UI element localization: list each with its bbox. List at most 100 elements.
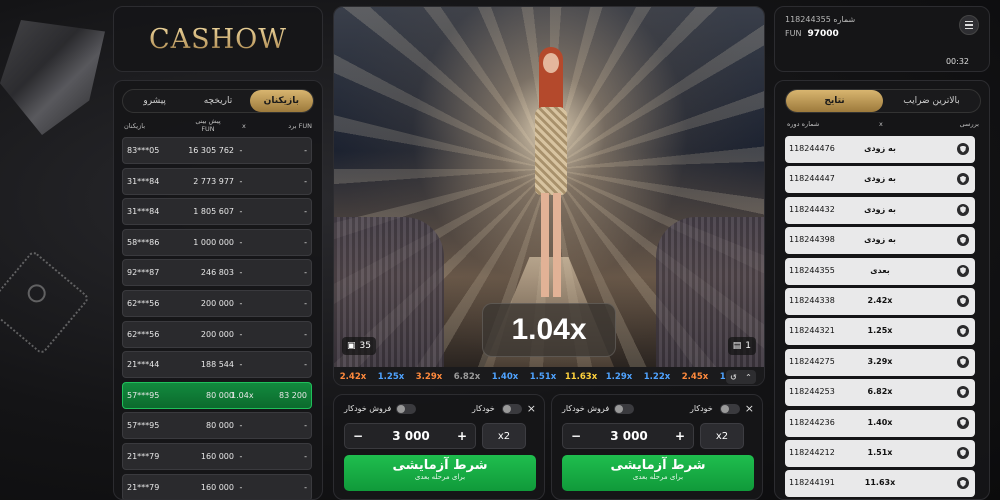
bet-amount-field[interactable]: − 3 000 + <box>562 423 694 449</box>
close-icon[interactable]: × <box>745 402 754 415</box>
close-icon[interactable]: × <box>527 402 536 415</box>
shield-icon[interactable] <box>957 173 969 186</box>
player-id: 31***84 <box>127 207 160 217</box>
player-bet: 188 544 <box>200 360 234 370</box>
round-value: 118244355 <box>785 15 831 24</box>
shield-icon[interactable] <box>957 264 969 277</box>
history-toggle-button[interactable]: ↺ ⌃ <box>726 370 756 384</box>
bet-amount[interactable]: 3 000 <box>385 429 437 443</box>
shield-icon[interactable] <box>957 477 969 490</box>
player-win: - <box>304 329 307 339</box>
shield-icon[interactable] <box>957 446 969 459</box>
player-multiplier: - <box>239 482 243 492</box>
shield-icon[interactable] <box>957 355 969 368</box>
logo-panel: CASHOW <box>113 6 323 72</box>
tab-top-multipliers[interactable]: بالاترین ضرایب <box>883 90 980 112</box>
round-id: 118244321 <box>789 326 835 336</box>
player-multiplier: - <box>239 451 243 461</box>
player-id: 57***95 <box>127 390 160 400</box>
history-multiplier: 1.40x <box>491 372 519 382</box>
double-bet-button[interactable]: x2 <box>482 423 526 449</box>
tab-results[interactable]: نتایج <box>786 90 883 112</box>
auto-bet-label: خودکار <box>472 404 495 413</box>
round-result: به زودی <box>864 204 896 214</box>
plus-button[interactable]: + <box>457 429 467 443</box>
player-bet-row: 92***87 246 803- - <box>122 259 312 287</box>
player-win: - <box>304 451 307 461</box>
bet-panel-2: فروش خودکار خودکار × − 3 000 + x2 شرط آز… <box>551 394 763 500</box>
minus-button[interactable]: − <box>353 429 363 443</box>
round-result: 1.51x <box>867 447 893 457</box>
player-bet-row: 57***95 80 000 1.04x 83 200 <box>122 381 312 409</box>
header-bet: پیش بینی <box>195 117 221 125</box>
player-id: 62***56 <box>127 298 160 308</box>
player-win: 83 200 <box>279 390 307 400</box>
player-bet: 80 000 <box>206 421 234 431</box>
player-id: 21***79 <box>127 482 160 492</box>
result-row: 118244212 1.51x <box>785 439 975 467</box>
place-bet-button[interactable]: شرط آزمایشی برای مرحله بعدی <box>344 455 536 491</box>
shield-icon[interactable] <box>957 234 969 247</box>
minus-button[interactable]: − <box>571 429 581 443</box>
shield-icon[interactable] <box>957 325 969 338</box>
header-x: x <box>242 122 246 130</box>
bet-amount[interactable]: 3 000 <box>603 429 655 443</box>
shield-icon[interactable] <box>957 294 969 307</box>
round-result: 6.82x <box>867 387 893 397</box>
round-result: به زودی <box>864 174 896 184</box>
round-id: 118244398 <box>789 235 835 245</box>
tab-leaders[interactable]: پیشرو <box>123 90 186 112</box>
place-bet-label: شرط آزمایشی <box>610 458 706 473</box>
tab-history[interactable]: تاریخچه <box>186 90 249 112</box>
player-bet-row: 21***44 188 544- - <box>122 351 312 379</box>
session-panel: 118244355 شماره FUN 97000 00:32 <box>774 6 990 72</box>
history-multiplier: 6.82x <box>453 372 481 382</box>
player-bet: 200 000 <box>200 298 234 308</box>
results-table-header: شماره دوره x بررسی <box>787 120 979 132</box>
menu-icon[interactable] <box>959 15 979 35</box>
history-icon: ↺ <box>730 372 737 382</box>
shield-icon[interactable] <box>957 143 969 155</box>
header-win: برد FUN <box>288 122 312 130</box>
round-result: 1.25x <box>867 326 893 336</box>
shield-icon[interactable] <box>957 386 969 399</box>
double-bet-button[interactable]: x2 <box>700 423 744 449</box>
player-win: - <box>304 360 307 370</box>
auto-bet-toggle[interactable] <box>720 404 740 414</box>
player-multiplier: - <box>239 176 243 186</box>
round-result: 2.42x <box>867 295 893 305</box>
shield-icon[interactable] <box>957 416 969 429</box>
auto-cashout-toggle[interactable] <box>396 404 416 414</box>
place-bet-button[interactable]: شرط آزمایشی برای مرحله بعدی <box>562 455 754 491</box>
balance: FUN 97000 <box>785 29 839 39</box>
brand-logo: CASHOW <box>148 23 288 55</box>
tab-players[interactable]: بازیکنان <box>249 90 313 112</box>
shield-icon[interactable] <box>957 203 969 216</box>
header-x: x <box>879 120 883 128</box>
history-multiplier: 1.29x <box>605 372 633 382</box>
clock: 00:32 <box>945 57 969 66</box>
plus-button[interactable]: + <box>675 429 685 443</box>
bets-count-chip: ▤ 1 <box>727 337 756 355</box>
player-multiplier: 1.04x <box>231 390 254 400</box>
result-row: 118244236 1.40x <box>785 409 975 437</box>
auto-cashout-toggle[interactable] <box>614 404 634 414</box>
header-players: بازیکنان <box>124 122 146 130</box>
balance-currency: FUN <box>785 29 802 38</box>
player-win: - <box>304 237 307 247</box>
players-count: 35 <box>359 341 371 351</box>
players-table-header: بازیکنان پیش بینی FUN x برد FUN <box>124 117 312 139</box>
players-count-chip: ▣ 35 <box>342 337 376 355</box>
player-id: 57***95 <box>127 421 160 431</box>
result-row: 118244432 به زودی <box>785 196 975 224</box>
auto-bet-toggle[interactable] <box>502 404 522 414</box>
player-multiplier: - <box>239 268 243 278</box>
result-row: 118244321 1.25x <box>785 318 975 346</box>
bet-amount-field[interactable]: − 3 000 + <box>344 423 476 449</box>
player-win: - <box>304 146 307 155</box>
player-bet-row: 31***84 1 805 607- - <box>122 198 312 226</box>
place-bet-sublabel: برای مرحله بعدی <box>414 473 466 481</box>
results-list: 118244476 به زودی 118244447 به زودی 11824443… <box>785 136 975 499</box>
result-row: 118244191 11.63x <box>785 470 975 498</box>
runway-model <box>531 47 571 297</box>
